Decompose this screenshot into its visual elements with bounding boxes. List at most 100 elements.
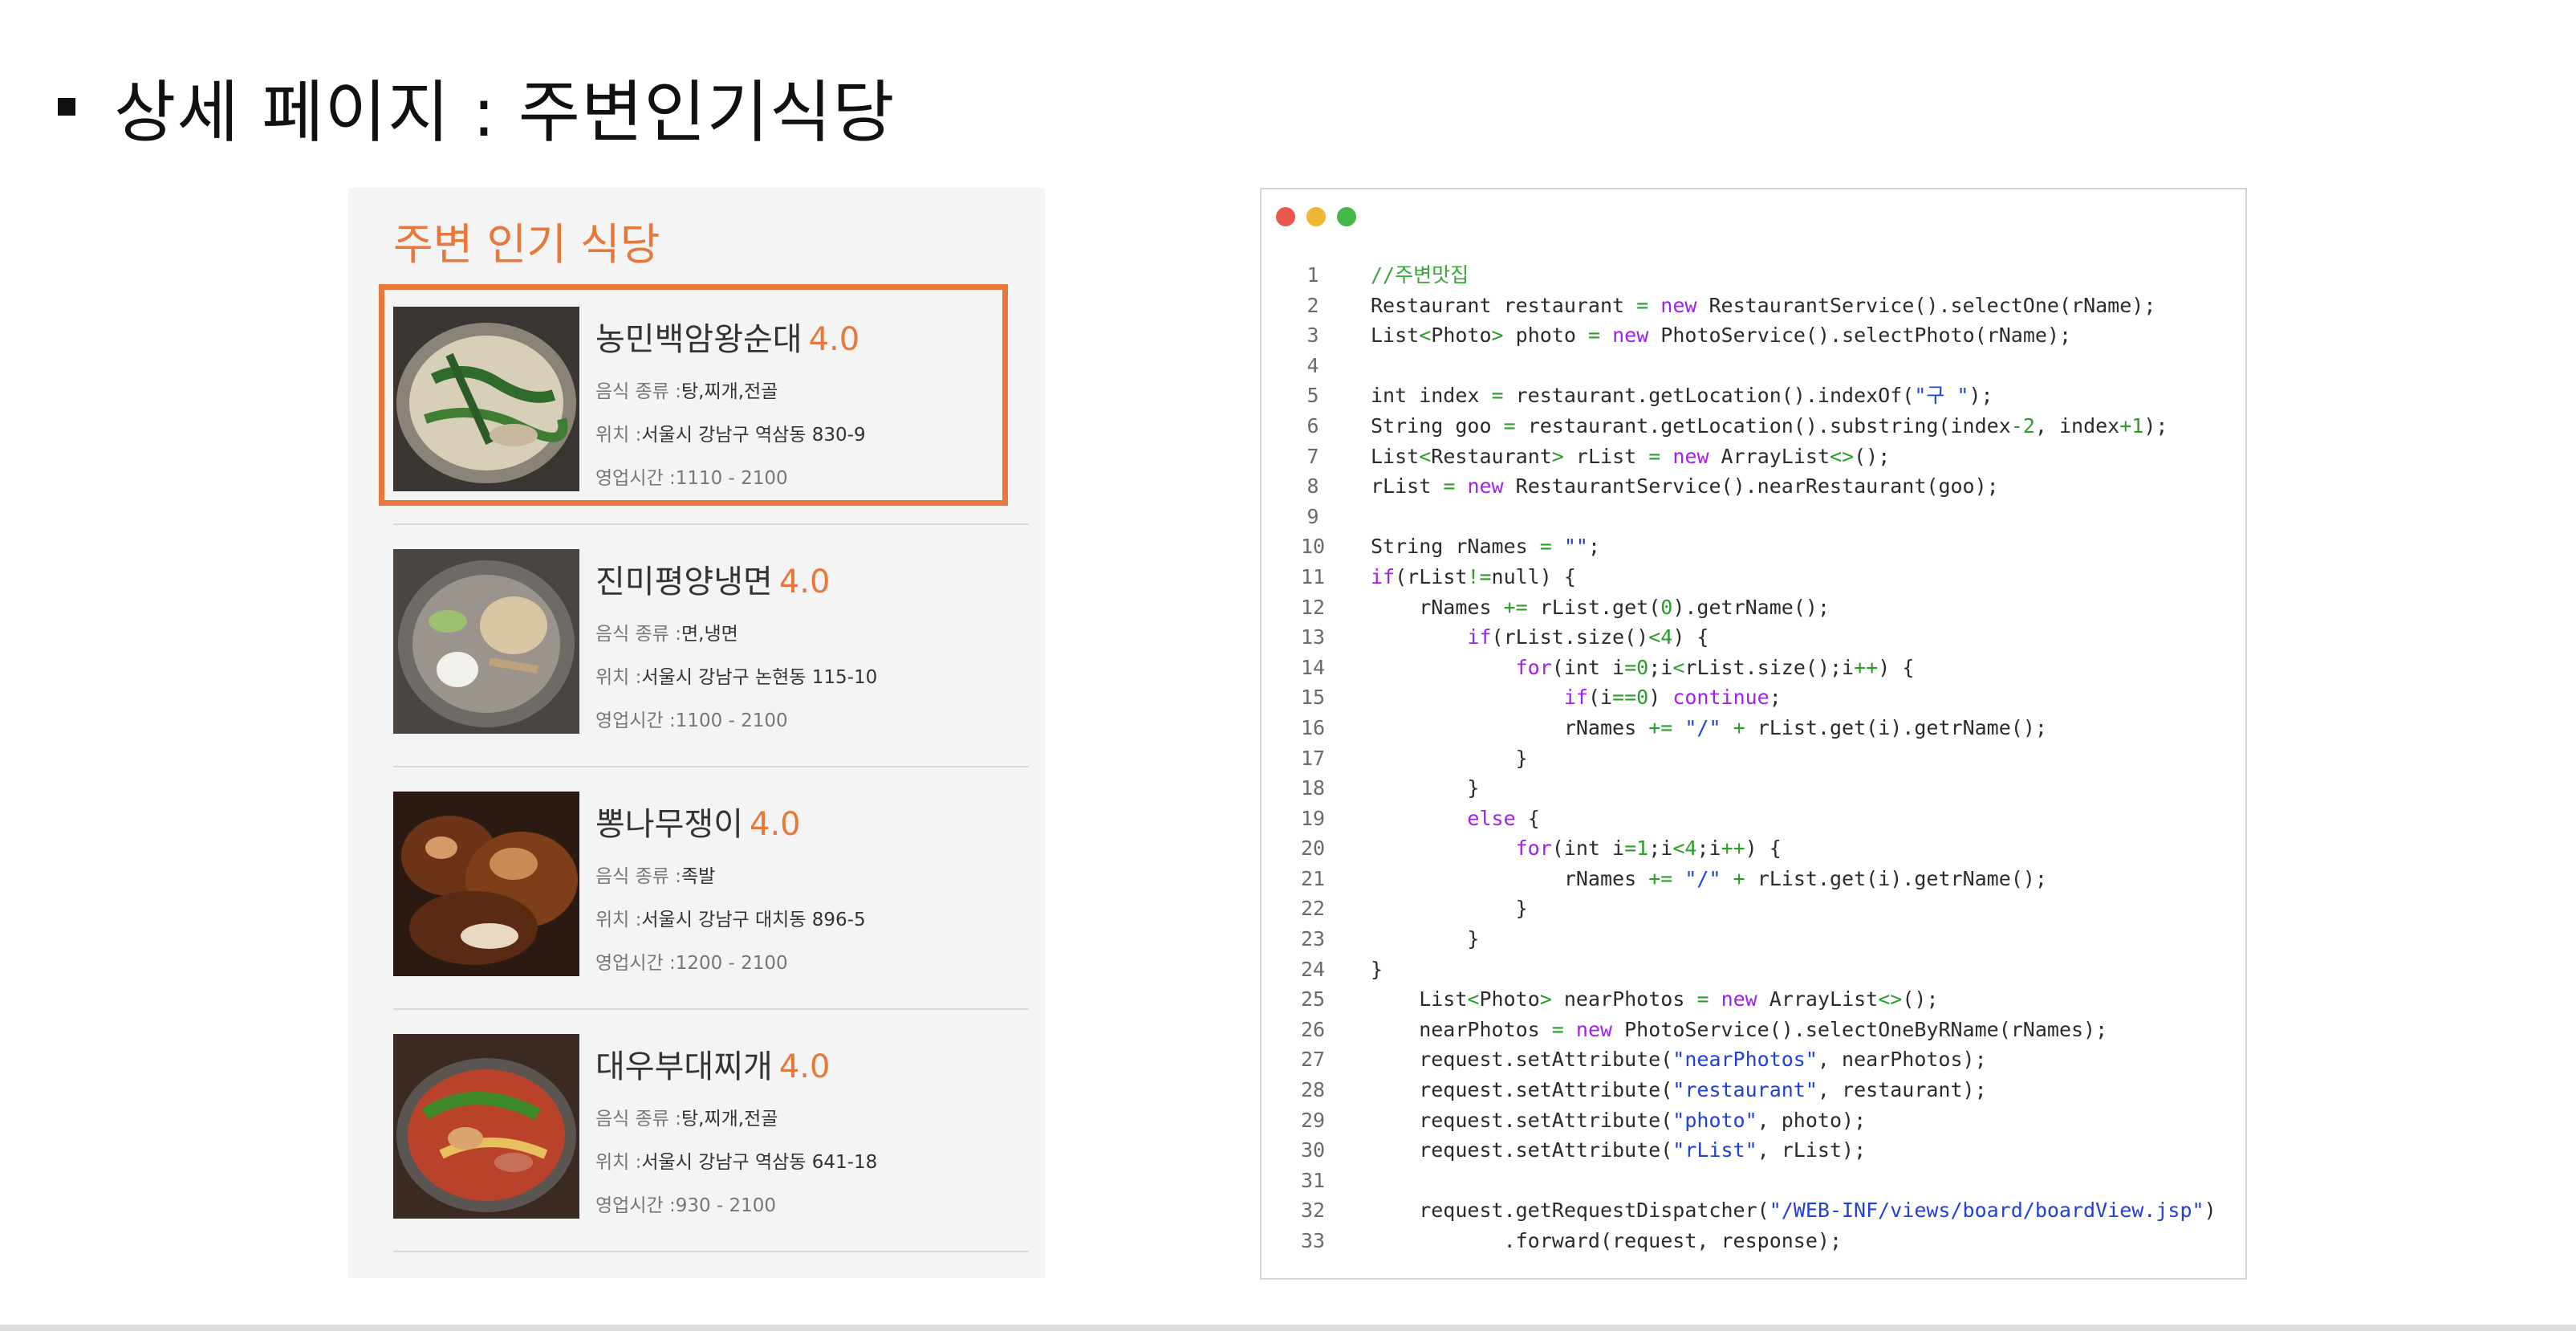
- location-label: 위치 :: [595, 1152, 642, 1173]
- line-number: 10: [1300, 535, 1326, 559]
- line-number: 29: [1300, 1108, 1326, 1132]
- card-divider: [393, 523, 1029, 525]
- line-number: 8: [1306, 474, 1319, 499]
- code-text: List<Photo> nearPhotos = new ArrayList<>…: [1371, 987, 1939, 1011]
- bullet-icon: [58, 98, 75, 116]
- line-number: 17: [1300, 746, 1326, 770]
- code-block: 1 //주변맛집 2 Restaurant restaurant = new Rest…: [1262, 260, 2245, 1256]
- code-text: request.setAttribute("restaurant", resta…: [1371, 1078, 1987, 1102]
- code-text: for(int i=1;i<4;i++) {: [1515, 836, 1782, 861]
- line-number: 12: [1300, 595, 1326, 619]
- code-line: 22 }: [1262, 893, 2245, 924]
- soup-photo-icon: [393, 307, 579, 491]
- line-number: 30: [1300, 1138, 1326, 1162]
- location-label: 위치 :: [595, 910, 642, 930]
- restaurant-name[interactable]: 농민백암왕순대: [595, 321, 802, 358]
- location: 서울시 강남구 역삼동 641-18: [641, 1152, 878, 1173]
- close-dot-icon[interactable]: [1276, 207, 1295, 226]
- line-number: 25: [1300, 987, 1326, 1011]
- code-text: List<Photo> photo = new PhotoService().s…: [1371, 324, 2072, 348]
- code-text: }: [1371, 957, 1383, 981]
- maximize-dot-icon[interactable]: [1337, 207, 1356, 226]
- card-divider: [393, 1008, 1029, 1010]
- code-line: 3 List<Photo> photo = new PhotoService().…: [1262, 320, 2245, 351]
- code-text: int index = restaurant.getLocation().ind…: [1371, 384, 1993, 408]
- code-line: 20 for(int i=1;i<4;i++) {: [1262, 833, 2245, 864]
- location: 서울시 강남구 대치동 896-5: [641, 910, 866, 930]
- line-number: 21: [1300, 866, 1326, 890]
- line-number: 3: [1306, 324, 1319, 348]
- hours: 930 - 2100: [675, 1195, 777, 1216]
- restaurant-card[interactable]: 농민백암왕순대 4.0 음식 종류 :탕,찌개,전골 위치 :서울시 강남구 역삼…: [379, 284, 1029, 539]
- code-text: nearPhotos = new PhotoService().selectOn…: [1371, 1017, 2108, 1041]
- code-line: 25 List<Photo> nearPhotos = new ArrayLis…: [1262, 984, 2245, 1015]
- code-text: rNames += "/" + rList.get(i).getrName();: [1371, 866, 2047, 890]
- restaurant-photo[interactable]: [393, 307, 579, 491]
- line-number: 15: [1300, 686, 1326, 710]
- hours-label: 영업시간 :: [595, 710, 676, 731]
- line-number: 23: [1300, 927, 1326, 951]
- line-number: 6: [1306, 413, 1319, 438]
- cold-noodle-photo-icon: [393, 549, 579, 734]
- restaurant-rating: 4.0: [778, 1048, 831, 1085]
- stew-photo-icon: [393, 1034, 579, 1219]
- line-number: 19: [1300, 806, 1326, 830]
- restaurant-rating: 4.0: [808, 321, 860, 358]
- hours-label: 영업시간 :: [595, 468, 676, 489]
- code-line: 2 Restaurant restaurant = new RestaurantS…: [1262, 291, 2245, 321]
- pork-trotter-photo-icon: [393, 792, 579, 976]
- food-type: 면,냉면: [681, 624, 738, 645]
- line-number: 7: [1306, 444, 1319, 468]
- code-line: 18 }: [1262, 773, 2245, 804]
- bottom-rule: [0, 1325, 2576, 1331]
- code-line: 32 request.getRequestDispatcher("/WEB-IN…: [1262, 1195, 2245, 1226]
- code-text: if(i==0) continue;: [1563, 686, 1782, 710]
- line-number: 26: [1300, 1017, 1326, 1041]
- hours: 1110 - 2100: [675, 468, 788, 489]
- code-text: request.setAttribute("photo", photo);: [1371, 1108, 1867, 1132]
- code-text: rList = new RestaurantService().nearRest…: [1371, 474, 1999, 499]
- code-line: 29 request.setAttribute("photo", photo);: [1262, 1105, 2245, 1136]
- code-text: }: [1371, 927, 1480, 951]
- code-line: 10 String rNames = "";: [1262, 531, 2245, 562]
- line-number: 5: [1306, 384, 1319, 408]
- restaurant-card[interactable]: 진미평양냉면 4.0 음식 종류 :면,냉면 위치 :서울시 강남구 논현동 11…: [393, 541, 1029, 782]
- code-line: 14 for(int i=0;i<rList.size();i++) {: [1262, 653, 2245, 683]
- type-label: 음식 종류 :: [595, 1109, 682, 1130]
- code-text: }: [1371, 776, 1480, 800]
- restaurant-rating: 4.0: [750, 806, 801, 843]
- location: 서울시 강남구 역삼동 830-9: [641, 425, 866, 446]
- code-line: 7 List<Restaurant> rList = new ArrayList<…: [1262, 442, 2245, 472]
- line-number: 16: [1300, 715, 1326, 739]
- code-text: rNames += "/" + rList.get(i).getrName();: [1371, 715, 2047, 739]
- restaurant-name[interactable]: 뽕나무쟁이: [595, 806, 743, 843]
- code-line: 5 int index = restaurant.getLocation().in…: [1262, 381, 2245, 411]
- line-number: 18: [1300, 776, 1326, 800]
- code-text: rNames += rList.get(0).getrName();: [1371, 595, 1830, 619]
- code-text: else {: [1467, 806, 1540, 830]
- restaurant-card[interactable]: 뽕나무쟁이 4.0 음식 종류 :족발 위치 :서울시 강남구 대치동 896-5…: [393, 784, 1029, 1024]
- code-line: 11 if(rList!=null) {: [1262, 562, 2245, 592]
- hours: 1100 - 2100: [675, 710, 788, 731]
- restaurant-card[interactable]: 대우부대찌개 4.0 음식 종류 :탕,찌개,전골 위치 :서울시 강남구 역삼동…: [393, 1026, 1029, 1267]
- restaurant-photo[interactable]: [393, 1034, 579, 1219]
- code-text: Restaurant restaurant = new RestaurantSe…: [1371, 293, 2156, 317]
- restaurant-name[interactable]: 진미평양냉면: [595, 564, 773, 600]
- code-line: 33 .forward(request, response);: [1262, 1226, 2245, 1256]
- code-line: 23 }: [1262, 924, 2245, 954]
- minimize-dot-icon[interactable]: [1306, 207, 1326, 226]
- line-number: 33: [1300, 1229, 1326, 1252]
- code-text: for(int i=0;i<rList.size();i++) {: [1515, 655, 1915, 679]
- window-controls: [1276, 207, 1356, 226]
- line-number: 32: [1300, 1199, 1326, 1223]
- code-line: 17 }: [1262, 743, 2245, 774]
- code-line: 31: [1262, 1166, 2245, 1196]
- code-line: 12 rNames += rList.get(0).getrName();: [1262, 592, 2245, 623]
- panel-title: 주변 인기 식당: [393, 219, 660, 270]
- restaurant-photo[interactable]: [393, 549, 579, 734]
- nearby-restaurants-panel: 주변 인기 식당 농민백암왕순대 4.0 음식 종류 :탕,찌개,전골 위치 :서…: [348, 188, 1045, 1278]
- code-text: request.setAttribute("nearPhotos", nearP…: [1371, 1048, 1987, 1072]
- restaurant-name[interactable]: 대우부대찌개: [595, 1048, 773, 1085]
- restaurant-photo[interactable]: [393, 792, 579, 976]
- code-line: 21 rNames += "/" + rList.get(i).getrName…: [1262, 864, 2245, 894]
